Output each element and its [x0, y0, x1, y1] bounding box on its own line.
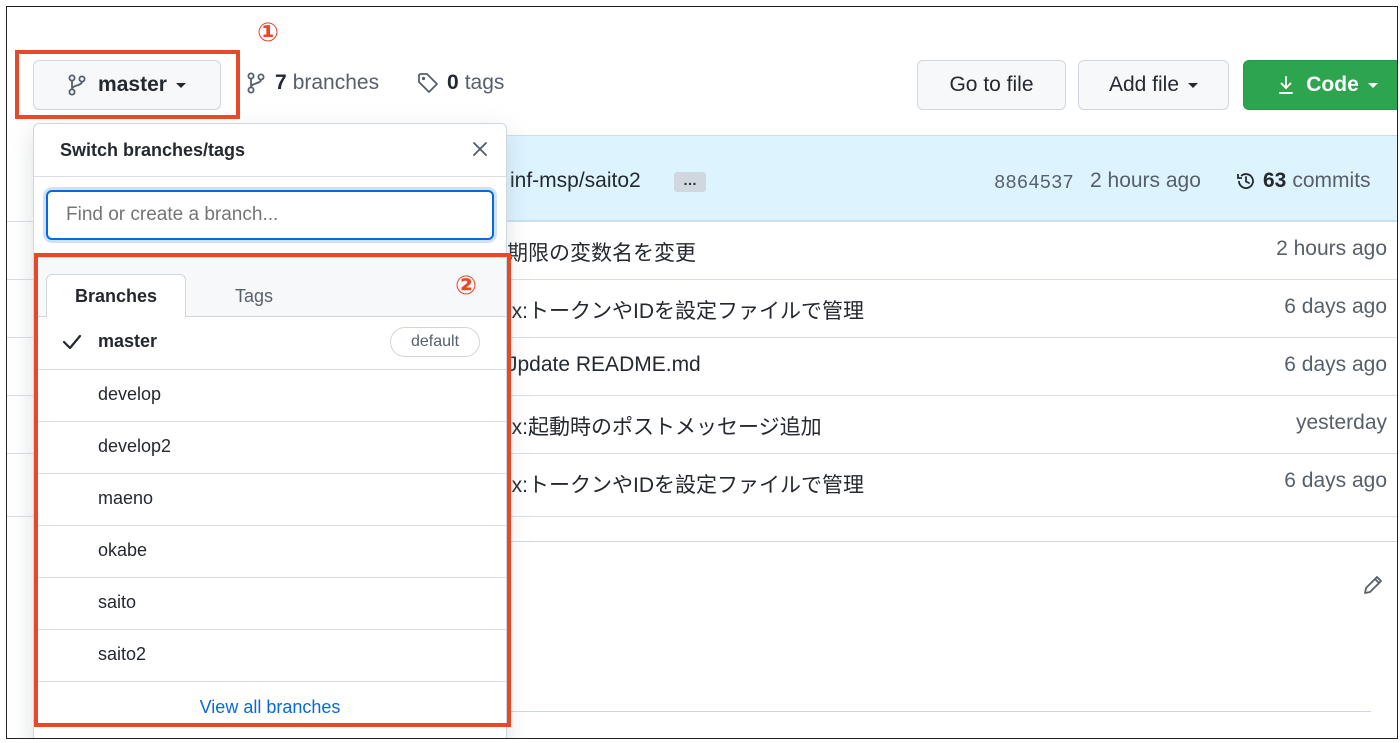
readme-divider [497, 541, 1397, 542]
branches-label: branches [292, 71, 380, 94]
git-branch-icon [68, 74, 86, 96]
commit-message[interactable]: ix:トークンやIDを設定ファイルで管理 [507, 469, 864, 499]
current-branch-label: master [98, 73, 167, 96]
pencil-icon[interactable] [1361, 573, 1385, 602]
commit-age: 6 days ago [1284, 469, 1387, 492]
commit-message[interactable]: Jpdate README.md [507, 353, 701, 377]
chevron-down-icon [1188, 82, 1199, 88]
commits-label: commits [1292, 169, 1371, 192]
branches-link[interactable]: 7 branches [247, 71, 379, 95]
add-file-label: Add file [1108, 73, 1180, 96]
download-icon [1278, 75, 1294, 95]
latest-commit-bar: inf-msp/saito2 … 8864537 2 hours ago 63 … [497, 135, 1397, 221]
commit-age: 6 days ago [1284, 295, 1387, 318]
commit-age: yesterday [1295, 411, 1387, 434]
close-icon[interactable] [471, 140, 489, 163]
chevron-down-icon [1367, 82, 1378, 88]
commit-message[interactable]: ix:トークンやIDを設定ファイルで管理 [507, 295, 864, 325]
commit-author[interactable]: inf-msp/saito2 [510, 169, 641, 193]
commit-message[interactable]: 期限の変数名を変更 [507, 237, 696, 267]
dropdown-title: Switch branches/tags [60, 140, 246, 160]
commits-link[interactable]: 63 commits [1235, 169, 1371, 193]
tag-icon [417, 72, 439, 94]
dropdown-header: Switch branches/tags [34, 124, 506, 177]
commit-message[interactable]: ix:起動時のポストメッセージ追加 [507, 411, 822, 441]
go-to-file-button[interactable]: Go to file [917, 60, 1066, 110]
branch-select-button[interactable]: master [33, 60, 221, 110]
annotation-marker-2: ② [455, 270, 478, 300]
tags-label: tags [464, 71, 505, 94]
code-button[interactable]: Code [1243, 60, 1397, 110]
branches-count: 7 [275, 71, 287, 94]
commit-time: 2 hours ago [1090, 169, 1201, 192]
commit-age: 6 days ago [1284, 353, 1387, 376]
expand-commit-button[interactable]: … [674, 172, 706, 192]
commits-count: 63 [1263, 169, 1287, 192]
add-file-button[interactable]: Add file [1078, 60, 1229, 110]
tags-count: 0 [447, 71, 459, 94]
readme-bottom-divider [507, 711, 1371, 712]
branch-search-input[interactable] [46, 190, 494, 240]
commit-age: 2 hours ago [1276, 237, 1387, 260]
code-label: Code [1306, 73, 1359, 96]
tags-link[interactable]: 0 tags [417, 71, 504, 95]
annotation-marker-1: ① [257, 17, 280, 47]
chevron-down-icon [175, 82, 186, 88]
repo-page: ① master 7 branches 0 tags Go to file Ad… [6, 6, 1398, 739]
commit-sha[interactable]: 8864537 [994, 172, 1074, 194]
history-icon [1235, 170, 1257, 192]
git-branch-icon [247, 72, 265, 94]
annotation-box-2 [34, 253, 511, 727]
